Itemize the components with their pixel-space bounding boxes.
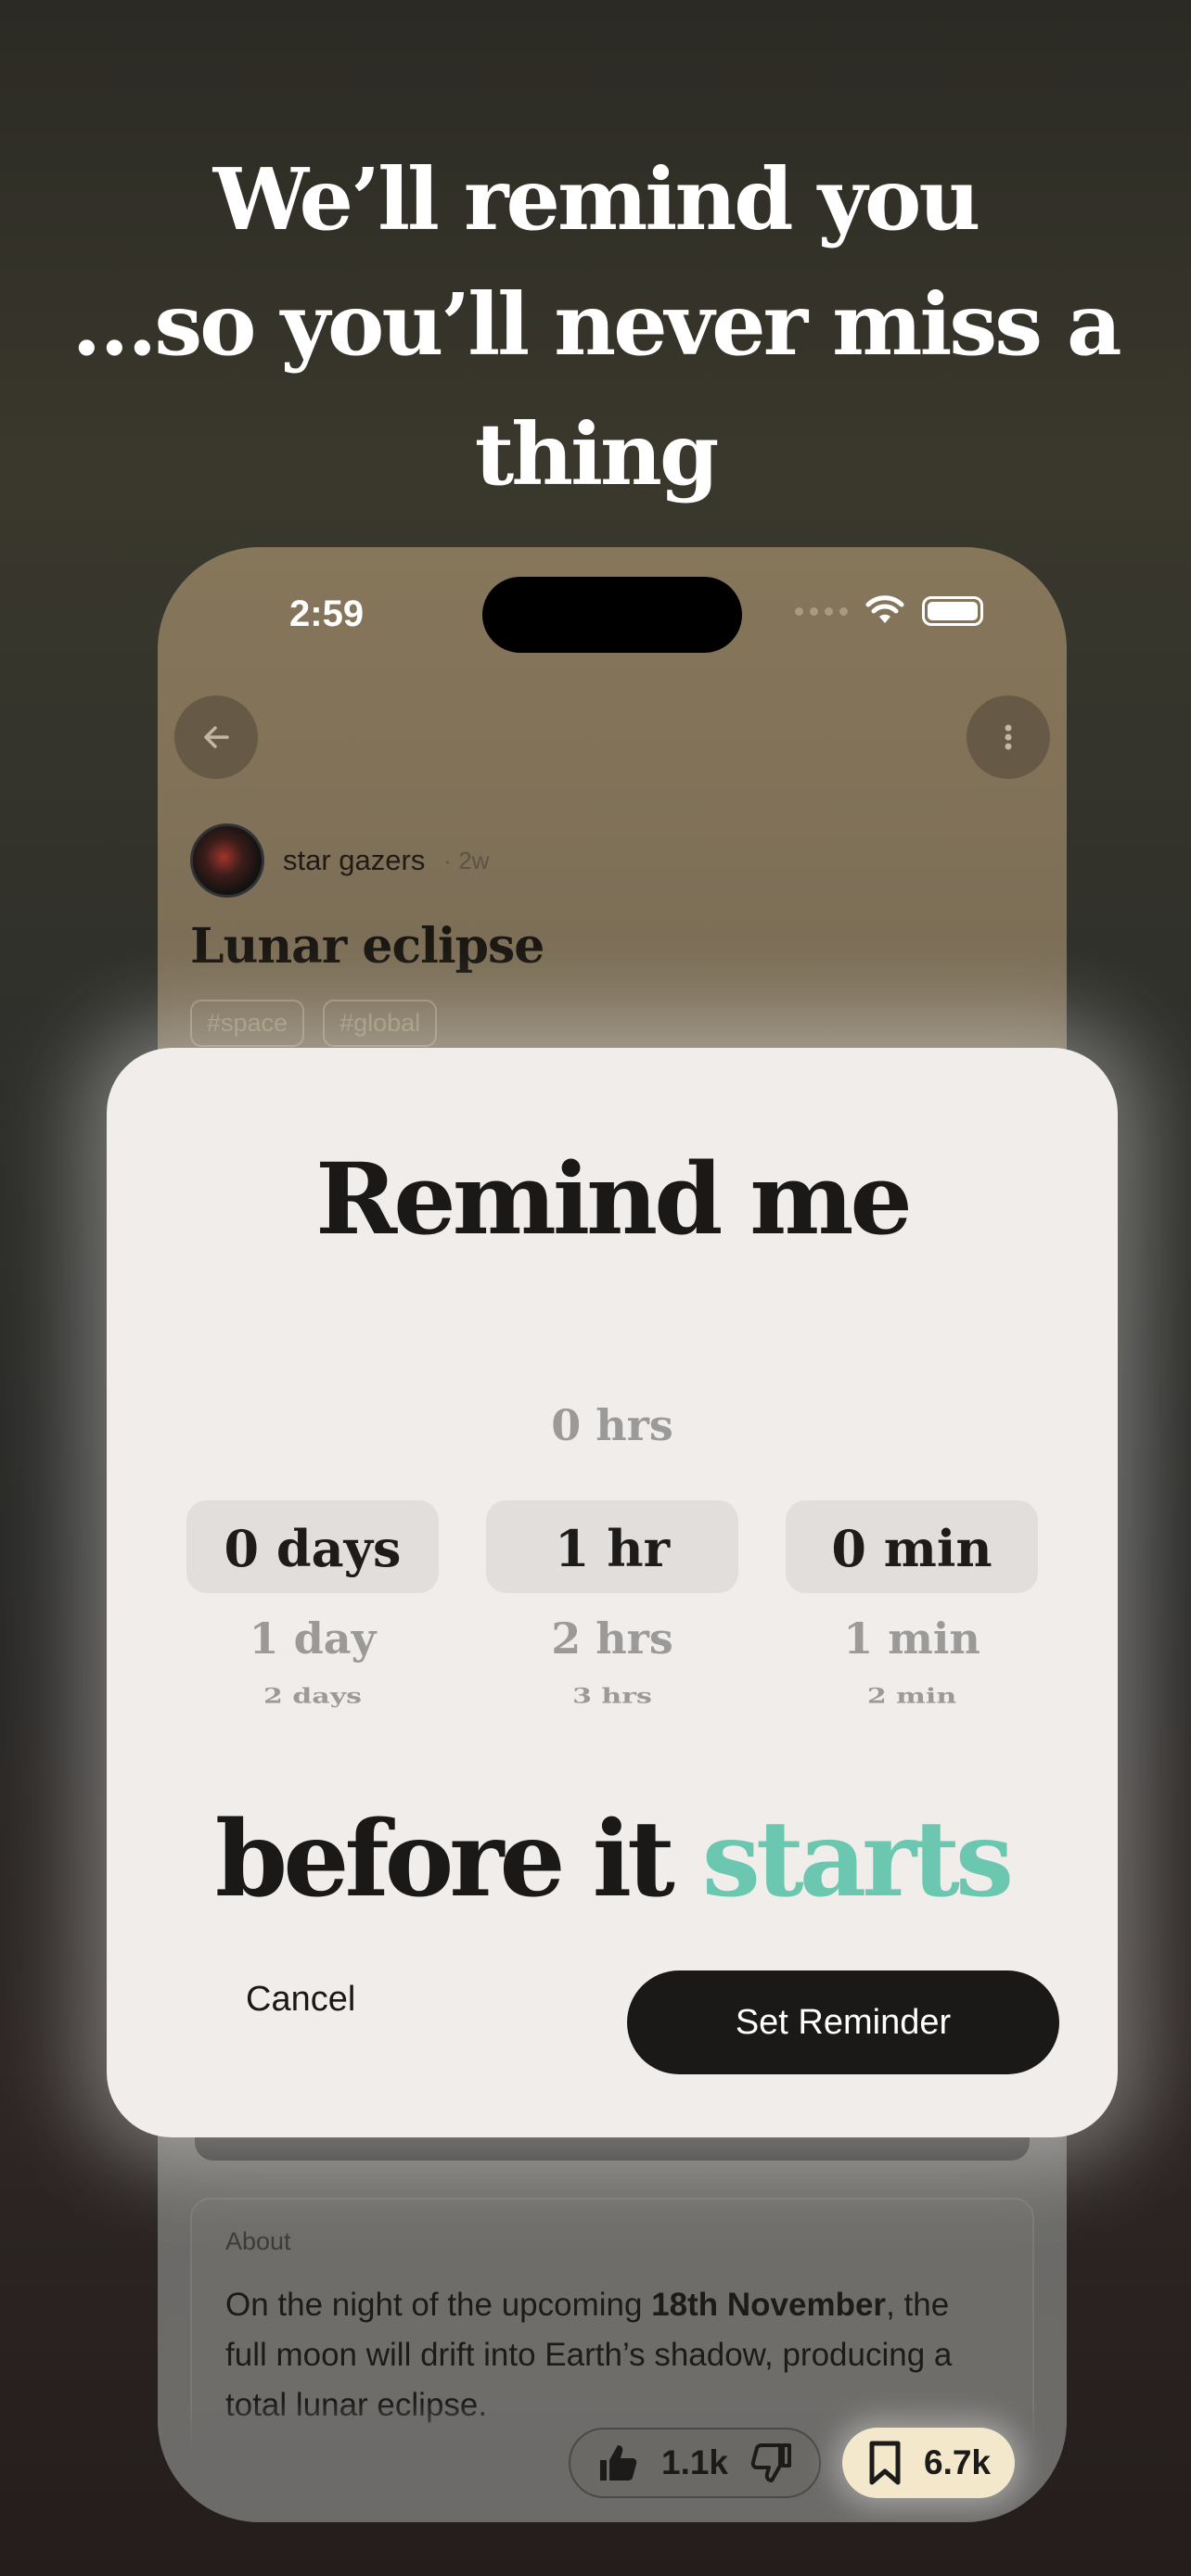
vote-pill: 1.1k	[569, 2428, 822, 2498]
thumbs-up-icon[interactable]	[595, 2440, 641, 2486]
headline-line-2: …so you’ll never miss a thing	[71, 274, 1121, 504]
wifi-icon	[865, 595, 904, 623]
modal-title: Remind me	[315, 1141, 913, 1256]
save-button[interactable]: 6.7k	[842, 2428, 1016, 2498]
vote-count: 1.1k	[661, 2443, 729, 2481]
battery-icon	[922, 596, 983, 626]
save-count: 6.7k	[924, 2443, 992, 2481]
hours-option[interactable]: 0 hrs	[486, 1400, 738, 1450]
thumbs-down-icon[interactable]	[749, 2440, 795, 2486]
headline: We’ll remind you …so you’ll never miss a…	[0, 139, 1191, 519]
about-label: About	[225, 2227, 291, 2255]
minutes-option[interactable]: 1 min	[786, 1613, 1038, 1664]
days-option[interactable]: 1 day	[186, 1613, 439, 1664]
signal-icon	[795, 606, 848, 616]
before-it-starts-text: before it starts	[107, 1799, 1118, 1920]
hours-wheel[interactable]: 0 hrs 1 hr 2 hrs 3 hrs	[486, 1382, 738, 1845]
headline-line-1: We’ll remind you	[212, 149, 981, 249]
time-picker[interactable]: 0 days 1 day 2 days 0 hrs 1 hr 2 hrs 3 h…	[186, 1382, 1038, 1845]
hours-option[interactable]: 2 hrs	[486, 1613, 738, 1664]
days-option[interactable]: 2 days	[186, 1684, 439, 1708]
status-time: 2:59	[289, 593, 365, 634]
post-author[interactable]: star gazers · 2w	[190, 823, 489, 898]
hours-option[interactable]: 3 hrs	[486, 1684, 738, 1708]
avatar	[190, 823, 264, 898]
post-age: · 2w	[443, 846, 490, 874]
minutes-selected[interactable]: 0 min	[786, 1511, 1038, 1586]
days-wheel[interactable]: 0 days 1 day 2 days	[186, 1382, 439, 1845]
post-title: Lunar eclipse	[190, 918, 544, 975]
tag-global[interactable]: #global	[323, 1000, 438, 1047]
back-arrow-icon	[204, 726, 229, 748]
dynamic-island	[482, 577, 742, 653]
tag-list: #space #global	[190, 1000, 438, 1047]
before-text: before it	[214, 1799, 675, 1920]
cancel-button[interactable]: Cancel	[246, 1980, 355, 2020]
back-button[interactable]	[174, 695, 258, 779]
author-name: star gazers	[283, 844, 426, 876]
days-selected[interactable]: 0 days	[186, 1511, 439, 1586]
reminder-modal: Remind me 0 days 1 day 2 days 0 hrs 1 hr…	[107, 1048, 1118, 2137]
more-vertical-icon	[1005, 724, 1012, 750]
before-accent-text: starts	[701, 1799, 1014, 1920]
hours-selected[interactable]: 1 hr	[486, 1511, 738, 1586]
more-options-button[interactable]	[967, 695, 1050, 779]
minutes-option[interactable]: 2 min	[786, 1684, 1038, 1708]
tag-space[interactable]: #space	[190, 1000, 305, 1047]
set-reminder-button[interactable]: Set Reminder	[627, 1970, 1059, 2074]
minutes-wheel[interactable]: 0 min 1 min 2 min	[786, 1382, 1038, 1845]
bookmark-icon	[869, 2441, 901, 2485]
status-icons	[795, 595, 983, 627]
